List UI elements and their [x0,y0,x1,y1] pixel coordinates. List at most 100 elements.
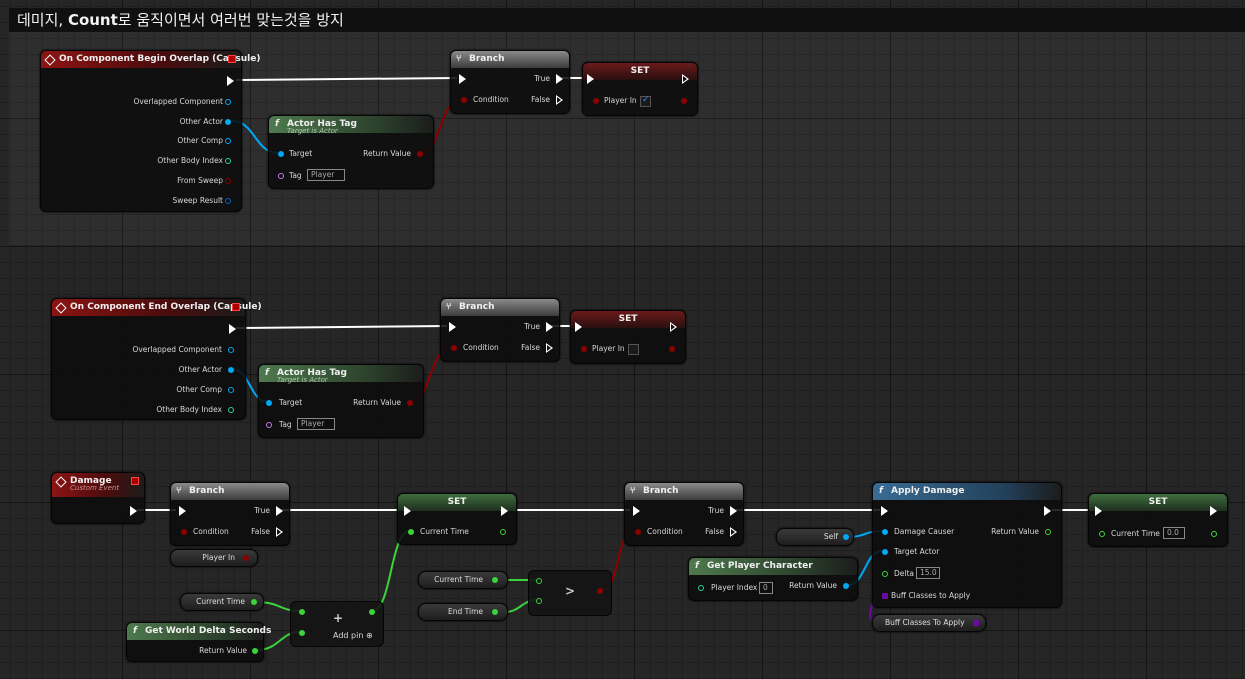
player-in-out-pin[interactable] [669,346,675,352]
true-exec-pin[interactable] [730,506,737,516]
delta-pin[interactable] [882,571,888,577]
current-time-out-pin[interactable] [1211,531,1217,537]
player-in-pin[interactable] [581,346,587,352]
self-reference[interactable]: Self [776,528,854,546]
player-in-out-pin[interactable] [681,98,687,104]
actor-has-tag-node[interactable]: f Actor Has Tag Target is Actor Target Ret… [268,115,434,189]
end-overlap-node[interactable]: On Component End Overlap (Capsule) Overl… [51,298,262,420]
player-in-pin[interactable] [593,98,599,104]
buff-classes-out-pin[interactable] [973,620,979,626]
compare-b-pin[interactable] [536,598,542,604]
target-actor-pin[interactable] [882,549,888,555]
compare-a-pin[interactable] [536,578,542,584]
true-exec-pin[interactable] [546,322,553,332]
self-out-pin[interactable] [843,534,849,540]
tag-pin[interactable] [278,173,284,179]
condition-pin[interactable] [181,529,187,535]
damage-event-node[interactable]: Damage Custom Event [51,472,145,524]
branch-node[interactable]: ⑂ Branch True Condition False [440,298,560,362]
target-pin[interactable] [266,400,272,406]
exec-out-pin[interactable] [229,324,236,334]
get-player-character-node[interactable]: f Get Player Character Player Index 0 Ret… [688,557,858,601]
add-input-a-pin[interactable] [299,609,305,615]
branch-node[interactable]: ⑂ Branch True Condition False [450,50,570,114]
exec-out-pin[interactable] [227,76,234,86]
end-time-out-pin[interactable] [492,609,498,615]
tag-input[interactable]: Player [297,418,335,430]
return-value-pin[interactable] [1045,529,1051,535]
exec-in-pin[interactable] [587,74,594,84]
return-value-pin[interactable] [417,151,423,157]
true-exec-pin[interactable] [556,74,563,84]
get-world-delta-seconds-node[interactable]: f Get World Delta Seconds Return Value [126,622,271,662]
player-in-getter[interactable]: Player In [170,549,258,567]
true-exec-pin[interactable] [276,506,283,516]
apply-damage-node[interactable]: f Apply Damage Damage Causer Return Value… [872,482,1062,608]
exec-out-pin[interactable] [682,74,689,84]
buff-classes-pin[interactable] [882,593,888,599]
add-pin-button[interactable]: Add pin ⊕ [333,631,373,641]
set-current-time-node[interactable]: SET Current Time [397,493,517,545]
sweep-result-pin[interactable] [225,198,231,204]
player-index-pin[interactable] [698,585,704,591]
exec-in-pin[interactable] [459,74,466,84]
end-time-getter[interactable]: End Time [418,603,508,621]
return-value-pin[interactable] [407,400,413,406]
return-value-pin[interactable] [843,583,849,589]
current-time-getter[interactable]: Current Time [180,593,264,611]
exec-out-pin[interactable] [130,506,137,516]
begin-overlap-node[interactable]: On Component Begin Overlap (Capsule) Ove… [40,50,260,212]
player-in-checkbox[interactable] [640,95,651,107]
add-input-b-pin[interactable] [299,630,305,636]
delegate-pin-icon[interactable] [228,55,236,63]
current-time-out-pin[interactable] [251,599,257,605]
from-sweep-pin[interactable] [225,178,231,184]
other-actor-pin[interactable] [228,367,234,373]
other-actor-pin[interactable] [225,119,231,125]
add-output-pin[interactable] [369,609,375,615]
current-time-pin[interactable] [1099,531,1105,537]
compare-output-pin[interactable] [597,588,603,594]
overlapped-component-pin[interactable] [228,347,234,353]
buff-classes-getter[interactable]: Buff Classes To Apply [872,614,986,632]
add-float-node[interactable]: + Add pin ⊕ [290,601,384,647]
greater-than-node[interactable]: > [528,570,612,616]
branch-node[interactable]: ⑂ Branch True Condition False [624,482,744,546]
exec-out-pin[interactable] [1044,506,1051,516]
exec-in-pin[interactable] [449,322,456,332]
tag-pin[interactable] [266,422,272,428]
exec-out-pin[interactable] [501,506,508,516]
other-body-index-pin[interactable] [225,158,231,164]
delegate-pin-icon[interactable] [232,303,240,311]
damage-causer-pin[interactable] [882,529,888,535]
exec-in-pin[interactable] [575,322,582,332]
condition-pin[interactable] [635,529,641,535]
player-in-out-pin[interactable] [243,555,249,561]
actor-has-tag-node[interactable]: f Actor Has Tag Target is Actor Target Ret… [258,364,424,438]
exec-in-pin[interactable] [633,506,640,516]
player-index-input[interactable]: 0 [759,582,773,594]
current-time-out-pin[interactable] [500,529,506,535]
current-time-out-pin[interactable] [492,577,498,583]
false-exec-pin[interactable] [546,343,553,353]
branch-node[interactable]: ⑂ Branch True Condition False [170,482,290,546]
set-player-in-node[interactable]: SET Player In [582,62,698,116]
delegate-pin-icon[interactable] [131,477,139,485]
exec-out-pin[interactable] [670,322,677,332]
exec-in-pin[interactable] [179,506,186,516]
current-time-input[interactable]: 0.0 [1163,527,1185,539]
set-player-in-node[interactable]: SET Player In [570,310,686,364]
false-exec-pin[interactable] [730,527,737,537]
other-body-index-pin[interactable] [228,407,234,413]
false-exec-pin[interactable] [276,527,283,537]
delta-input[interactable]: 15.0 [916,567,940,579]
other-comp-pin[interactable] [225,138,231,144]
overlapped-component-pin[interactable] [225,99,231,105]
exec-in-pin[interactable] [1095,506,1102,516]
exec-in-pin[interactable] [404,506,411,516]
exec-in-pin[interactable] [881,506,888,516]
current-time-getter[interactable]: Current Time [418,571,508,589]
condition-pin[interactable] [451,345,457,351]
other-comp-pin[interactable] [228,387,234,393]
tag-input[interactable]: Player [307,169,345,181]
